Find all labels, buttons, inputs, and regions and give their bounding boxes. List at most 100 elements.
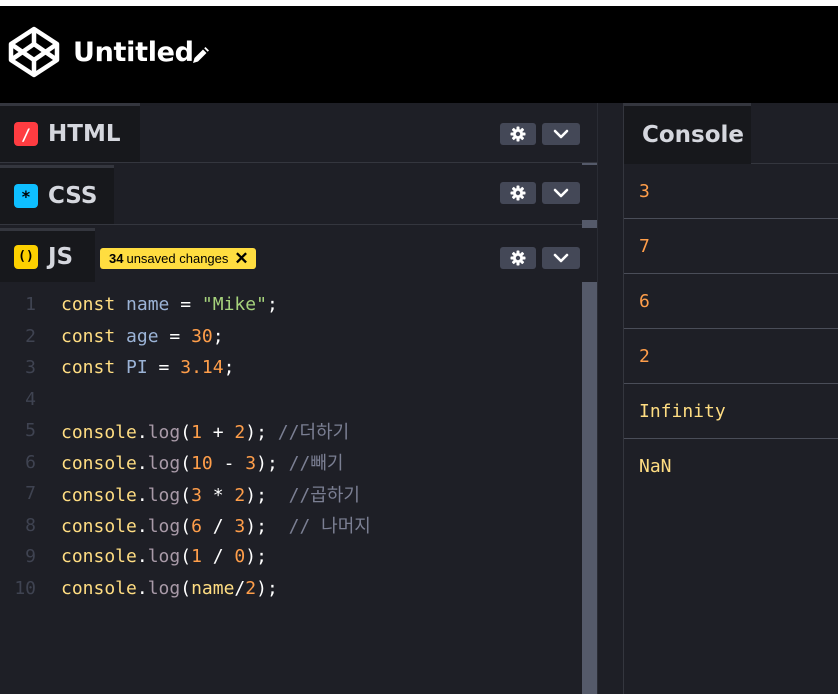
code-token: console <box>61 453 137 474</box>
code-token: / <box>234 577 246 599</box>
code-token: log <box>147 421 181 443</box>
code-line[interactable]: 6 console.log(10 - 3); //빼기 <box>0 447 343 478</box>
pen-title[interactable]: Untitled <box>73 37 194 68</box>
chevron-down-icon <box>553 129 569 139</box>
code-token: ); <box>256 577 278 599</box>
code-token: 3 <box>245 453 257 474</box>
code-token: 3 <box>191 484 202 506</box>
console-header: Console <box>624 103 838 164</box>
code-token: / <box>201 546 235 567</box>
code-token: log <box>147 546 181 567</box>
code-token: 30 <box>191 325 213 347</box>
code-token: console <box>61 546 137 567</box>
code-token: ; <box>266 294 278 315</box>
js-pane-header: () JS 34 unsaved changes ✕ <box>0 228 597 282</box>
line-number: 3 <box>25 357 36 378</box>
code-token: * <box>201 484 235 506</box>
code-token: log <box>147 453 181 474</box>
tab-css[interactable]: * CSS <box>0 165 114 224</box>
close-icon[interactable]: ✕ <box>234 250 248 267</box>
code-token: + <box>201 421 235 443</box>
code-token: . <box>136 421 148 443</box>
js-collapse-button[interactable] <box>542 247 580 269</box>
code-token: name <box>191 577 235 599</box>
code-token: 2 <box>234 484 246 506</box>
gear-icon <box>510 250 526 266</box>
code-token: 3 <box>234 516 246 537</box>
console-panel: Console 3 7 6 2 Infinity NaN <box>623 103 838 694</box>
code-line[interactable]: 1 const name = "Mike"; <box>0 289 278 320</box>
css-tab-label: CSS <box>48 183 98 209</box>
code-token: ); <box>245 421 278 443</box>
tab-js[interactable]: () JS <box>0 228 95 282</box>
code-token: ); <box>245 516 289 537</box>
code-token: = <box>158 325 192 347</box>
console-value: Infinity <box>639 400 726 422</box>
code-text: console.log(6 / 3); // 나머지 <box>61 512 371 538</box>
html-icon-glyph: / <box>21 124 31 144</box>
code-token: const <box>61 325 116 347</box>
html-pane-header: / HTML <box>0 103 597 163</box>
code-token: 2 <box>245 577 257 599</box>
console-value: NaN <box>639 456 672 477</box>
css-icon-glyph: * <box>21 186 31 206</box>
console-entry: 6 <box>624 274 838 329</box>
code-token: //곱하기 <box>288 484 360 506</box>
pencil-icon[interactable] <box>190 46 210 66</box>
code-line[interactable]: 4 <box>0 384 36 415</box>
line-number: 5 <box>25 420 36 441</box>
js-settings-button[interactable] <box>500 247 536 269</box>
js-editor-scrollbar[interactable] <box>582 282 597 694</box>
console-entry: 3 <box>624 164 838 219</box>
code-token: ( <box>180 577 192 599</box>
code-line[interactable]: 7 console.log(3 * 2); //곱하기 <box>0 478 360 509</box>
code-text: console.log(name/2); <box>61 578 278 599</box>
css-settings-button[interactable] <box>500 182 536 204</box>
code-line[interactable]: 2 const age = 30; <box>0 321 223 352</box>
code-token: // 나머지 <box>288 516 371 537</box>
js-code-editor[interactable]: 1 const name = "Mike"; 2 const age = 30; 3 co… <box>0 282 582 694</box>
code-token: ( <box>180 421 192 443</box>
chevron-down-icon <box>553 253 569 263</box>
code-line[interactable]: 9 console.log(1 / 0); <box>0 541 267 572</box>
css-pane-header: * CSS <box>0 165 597 225</box>
code-line[interactable]: 10 console.log(name/2); <box>0 573 277 604</box>
code-line[interactable]: 5 console.log(1 + 2); //더하기 <box>0 415 349 446</box>
pane-resizer[interactable] <box>597 103 623 694</box>
line-number: 7 <box>25 483 36 504</box>
unsaved-changes-badge[interactable]: 34 unsaved changes ✕ <box>100 248 256 269</box>
code-text: console.log(1 / 0); <box>61 546 267 567</box>
tab-console[interactable]: Console <box>624 103 751 164</box>
code-token: . <box>136 484 148 506</box>
css-collapse-button[interactable] <box>542 182 580 204</box>
console-value: 7 <box>639 235 650 257</box>
code-token: = <box>169 294 202 315</box>
code-token: = <box>147 357 181 378</box>
code-text: const PI = 3.14; <box>61 357 234 378</box>
codepen-logo-icon[interactable] <box>7 25 61 79</box>
unsaved-count: 34 <box>109 251 124 266</box>
css-icon: * <box>14 184 38 208</box>
code-token: . <box>136 453 148 474</box>
chevron-down-icon <box>553 188 569 198</box>
code-token: - <box>212 453 246 474</box>
code-token: console <box>61 421 137 443</box>
code-line[interactable]: 8 console.log(6 / 3); // 나머지 <box>0 510 371 541</box>
code-token: . <box>136 577 148 599</box>
code-token: ); <box>245 484 289 506</box>
css-scrollbar[interactable] <box>582 220 597 228</box>
line-number: 2 <box>25 325 36 347</box>
unsaved-text: unsaved changes <box>126 251 229 266</box>
line-number: 4 <box>25 388 36 410</box>
tab-html[interactable]: / HTML <box>0 103 140 162</box>
js-icon-glyph: () <box>18 249 34 264</box>
code-token: age <box>126 325 159 347</box>
code-line[interactable]: 3 const PI = 3.14; <box>0 352 234 383</box>
code-token: const <box>61 294 116 315</box>
code-token: ; <box>212 325 224 347</box>
code-text: console.log(3 * 2); //곱하기 <box>61 481 360 507</box>
html-settings-button[interactable] <box>500 123 536 145</box>
html-collapse-button[interactable] <box>542 123 580 145</box>
